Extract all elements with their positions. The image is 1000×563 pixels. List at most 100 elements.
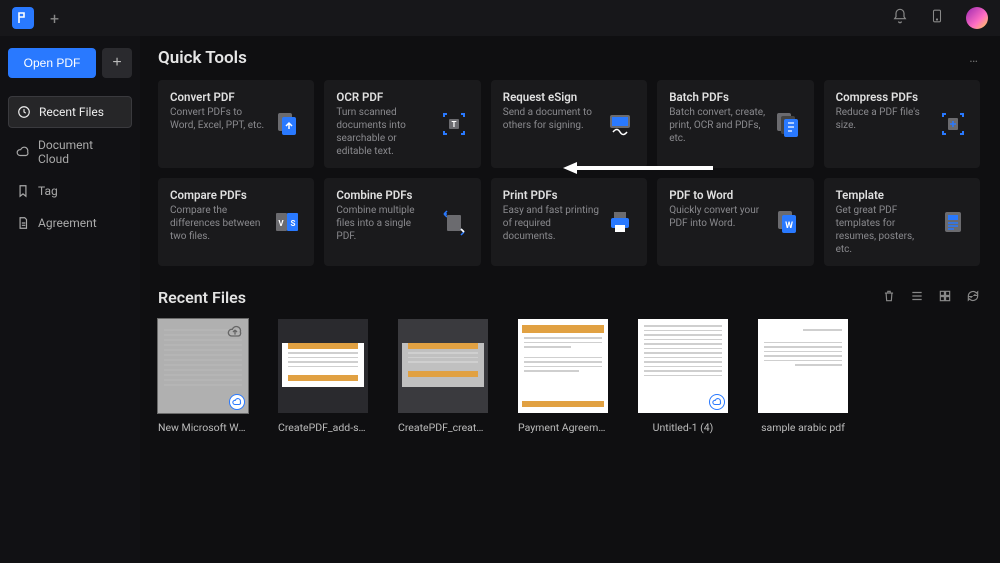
file-name: New Microsoft Wo… <box>158 421 248 434</box>
tool-title: Batch PDFs <box>669 90 765 104</box>
file-name: CreatePDF_add-si… <box>278 421 368 434</box>
ocr-icon: T <box>439 109 469 139</box>
grid-view-icon[interactable] <box>938 288 952 307</box>
sidebar-top: Open PDF + <box>8 48 132 78</box>
content: Quick Tools … Convert PDF Convert PDFs t… <box>140 36 1000 563</box>
sidebar-item-document-cloud[interactable]: Document Cloud <box>8 130 132 174</box>
file-item[interactable]: CreatePDF_add-si… <box>278 319 368 434</box>
document-icon <box>16 216 30 230</box>
svg-text:W: W <box>785 221 793 231</box>
tool-title: Combine PDFs <box>336 188 432 202</box>
sidebar: Open PDF + Recent Files Document Cloud T… <box>0 36 140 563</box>
tool-ocr-pdf[interactable]: OCR PDF Turn scanned documents into sear… <box>324 80 480 168</box>
esign-icon <box>605 109 635 139</box>
notification-icon[interactable] <box>892 8 908 28</box>
user-avatar[interactable] <box>966 7 988 29</box>
tool-request-esign[interactable]: Request eSign Send a document to others … <box>491 80 647 168</box>
tool-title: OCR PDF <box>336 90 432 104</box>
quick-tools-header: Quick Tools … <box>158 48 980 68</box>
open-pdf-button[interactable]: Open PDF <box>8 48 96 78</box>
sidebar-item-agreement[interactable]: Agreement <box>8 208 132 238</box>
sidebar-item-tag[interactable]: Tag <box>8 176 132 206</box>
svg-text:T: T <box>451 120 456 129</box>
file-thumbnail <box>398 319 488 413</box>
recent-files-grid: New Microsoft Wo… CreatePDF_add-si… <box>158 319 980 434</box>
compress-icon <box>938 109 968 139</box>
quick-tools-more[interactable]: … <box>969 51 980 66</box>
upload-cloud-icon <box>226 323 244 341</box>
file-name: Payment Agreement <box>518 421 608 434</box>
tool-compress-pdfs[interactable]: Compress PDFs Reduce a PDF file's size. <box>824 80 980 168</box>
titlebar-right <box>892 7 988 29</box>
file-thumbnail <box>278 319 368 413</box>
tool-batch-pdfs[interactable]: Batch PDFs Batch convert, create, print,… <box>657 80 813 168</box>
main: Open PDF + Recent Files Document Cloud T… <box>0 36 1000 563</box>
quick-tools-title: Quick Tools <box>158 48 247 68</box>
tool-title: Compress PDFs <box>836 90 932 104</box>
tool-desc: Send a document to others for signing. <box>503 106 599 132</box>
template-icon <box>938 207 968 237</box>
refresh-icon[interactable] <box>966 288 980 307</box>
tool-title: Template <box>836 188 932 202</box>
add-tab-button[interactable]: + <box>50 9 59 28</box>
tool-desc: Reduce a PDF file's size. <box>836 106 932 132</box>
tool-desc: Get great PDF templates for resumes, pos… <box>836 204 932 256</box>
quick-tools-grid: Convert PDF Convert PDFs to Word, Excel,… <box>158 80 980 266</box>
convert-icon <box>272 109 302 139</box>
app-logo[interactable] <box>12 7 34 29</box>
file-item[interactable]: Payment Agreement <box>518 319 608 434</box>
tool-template[interactable]: Template Get great PDF templates for res… <box>824 178 980 266</box>
phone-icon[interactable] <box>930 8 944 28</box>
sidebar-item-recent-files[interactable]: Recent Files <box>8 96 132 128</box>
print-icon <box>605 207 635 237</box>
compare-icon: VS <box>272 207 302 237</box>
file-name: Untitled-1 (4) <box>638 421 728 434</box>
tool-desc: Quickly convert your PDF into Word. <box>669 204 765 230</box>
sidebar-item-label: Tag <box>38 184 58 198</box>
cloud-icon <box>16 145 30 159</box>
file-thumbnail <box>638 319 728 413</box>
file-thumbnail <box>758 319 848 413</box>
tool-desc: Turn scanned documents into searchable o… <box>336 106 432 158</box>
file-thumbnail <box>158 319 248 413</box>
file-name: CreatePDF_create… <box>398 421 488 434</box>
tool-desc: Batch convert, create, print, OCR and PD… <box>669 106 765 145</box>
cloud-sync-icon <box>229 394 245 410</box>
new-file-button[interactable]: + <box>102 48 132 78</box>
tool-compare-pdfs[interactable]: Compare PDFs Compare the differences bet… <box>158 178 314 266</box>
file-item[interactable]: sample arabic pdf <box>758 319 848 434</box>
titlebar-left: + <box>12 7 59 29</box>
recent-files-header: Recent Files <box>158 288 980 307</box>
titlebar: + <box>0 0 1000 36</box>
tool-desc: Compare the differences between two file… <box>170 204 266 243</box>
file-item[interactable]: Untitled-1 (4) <box>638 319 728 434</box>
tool-pdf-to-word[interactable]: PDF to Word Quickly convert your PDF int… <box>657 178 813 266</box>
sidebar-item-label: Agreement <box>38 216 97 230</box>
tool-title: PDF to Word <box>669 188 765 202</box>
tool-title: Compare PDFs <box>170 188 266 202</box>
tool-desc: Easy and fast printing of required docum… <box>503 204 599 243</box>
tool-title: Convert PDF <box>170 90 266 104</box>
list-view-icon[interactable] <box>910 288 924 307</box>
file-item[interactable]: New Microsoft Wo… <box>158 319 248 434</box>
recent-files-actions <box>882 288 980 307</box>
tool-desc: Combine multiple files into a single PDF… <box>336 204 432 243</box>
file-name: sample arabic pdf <box>758 421 848 434</box>
word-icon: W <box>772 207 802 237</box>
svg-text:V: V <box>279 219 285 228</box>
tool-combine-pdfs[interactable]: Combine PDFs Combine multiple files into… <box>324 178 480 266</box>
tool-desc: Convert PDFs to Word, Excel, PPT, etc. <box>170 106 266 132</box>
bookmark-icon <box>16 184 30 198</box>
tool-title: Request eSign <box>503 90 599 104</box>
tool-print-pdfs[interactable]: Print PDFs Easy and fast printing of req… <box>491 178 647 266</box>
svg-text:S: S <box>291 219 296 228</box>
sidebar-item-label: Document Cloud <box>38 138 124 166</box>
clock-icon <box>17 105 31 119</box>
file-item[interactable]: CreatePDF_create… <box>398 319 488 434</box>
sidebar-item-label: Recent Files <box>39 105 104 119</box>
tool-convert-pdf[interactable]: Convert PDF Convert PDFs to Word, Excel,… <box>158 80 314 168</box>
file-thumbnail <box>518 319 608 413</box>
delete-icon[interactable] <box>882 288 896 307</box>
tool-title: Print PDFs <box>503 188 599 202</box>
recent-files-title: Recent Files <box>158 288 246 307</box>
